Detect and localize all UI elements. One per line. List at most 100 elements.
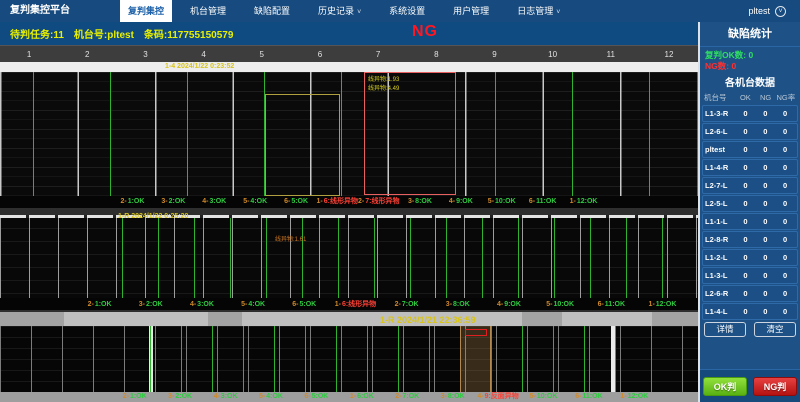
machine-name-cell: L1-4-R: [705, 163, 736, 172]
machine-table-body: L1-3-R000L2-6-L000pltest000L1-4-R000L2-7…: [700, 105, 800, 320]
column-divider-line: [662, 218, 663, 298]
cell-status-label: 2-1:OK: [112, 391, 157, 402]
status-bar: 待判任务:11 机台号:pltest 条码:117755150579 NG: [0, 22, 698, 45]
machine-table-row[interactable]: L1-3-L000: [702, 267, 798, 284]
cell-status-label: 2-7:OK: [381, 299, 432, 310]
column-divider-line: [266, 218, 267, 298]
cell-index-prefix: 4-: [202, 198, 208, 205]
cell-index-prefix: 6-: [304, 393, 310, 400]
strip3-header-band: [0, 312, 698, 326]
detail-button[interactable]: 详情: [704, 322, 746, 337]
nav-tab-label: 缺陷配置: [254, 6, 290, 16]
nav-tab-3[interactable]: 缺陷配置: [246, 0, 298, 22]
machine-name-cell: L2-7-L: [705, 181, 736, 190]
clear-button[interactable]: 清空: [754, 322, 796, 337]
strip3-timestamp: 1-R 2024/1/21 22:36:59: [380, 315, 476, 325]
user-dropdown-icon[interactable]: ˅: [775, 6, 786, 17]
nav-tab-2[interactable]: 机台管理: [182, 0, 234, 22]
machine-ng-cell: 0: [755, 199, 775, 208]
machine-ok-cell: 0: [736, 109, 756, 118]
ruler-number: 12: [640, 46, 698, 62]
machine-name-cell: L1-3-R: [705, 109, 736, 118]
strip2-el-image[interactable]: 线异物:1.61: [0, 215, 698, 298]
cell-status-text: 3:OK: [221, 393, 238, 400]
sidebar-title: 缺陷统计: [700, 22, 800, 47]
machine-table-row[interactable]: L2-6-R000: [702, 285, 798, 302]
nav-tab-6[interactable]: 用户管理: [445, 0, 497, 22]
cell-status-label: 6-5:OK: [279, 299, 330, 310]
cell-status-label: 4-9:OK: [440, 196, 481, 207]
nav-tab-label: 历史记录: [318, 6, 354, 16]
strip1-el-image[interactable]: 线异物:1.93 线异物:4.49: [0, 72, 698, 196]
ok-judge-button[interactable]: OK判: [703, 377, 747, 396]
cell-status-label: 3-2:OK: [125, 299, 176, 310]
cell-status-text: 8:OK: [415, 198, 432, 205]
el-image-strip-3[interactable]: 1-R 2024/1/21 22:36:59 2-1:OK3-2:OK4-3:O…: [0, 312, 698, 402]
machine-rate-cell: 0: [775, 199, 795, 208]
column-divider-line: [495, 72, 496, 196]
machine-name-cell: L2-5-L: [705, 199, 736, 208]
nav-tab-label: 系统设置: [389, 6, 425, 16]
ruler-number: 2: [58, 46, 116, 62]
cell-status-label: 1-6:OK: [339, 391, 384, 402]
cell-status-text: 11:OK: [605, 301, 625, 308]
strip3-el-image[interactable]: [0, 326, 698, 392]
machine-name-cell: L1-3-L: [705, 271, 736, 280]
machine-name-cell: L1-4-L: [705, 307, 736, 316]
el-image-strip-2[interactable]: 线异物:1.61 1-R 2024/1/22 0:25:20 2-1:OK3-2…: [0, 215, 698, 310]
machine-table-row[interactable]: L1-2-L000: [702, 249, 798, 266]
cell-status-label: 5-10:OK: [535, 299, 586, 310]
cell-index-prefix: 1-: [350, 393, 356, 400]
column-divider-line: [122, 218, 123, 298]
machine-name-cell: L1-1-L: [705, 217, 736, 226]
machine-table-row[interactable]: L2-6-L000: [702, 123, 798, 140]
machine-table-row[interactable]: L1-3-R000: [702, 105, 798, 122]
nav-tab-4[interactable]: 历史记录˅: [310, 0, 369, 22]
cell-index-prefix: 2-: [395, 393, 401, 400]
machine-table-row[interactable]: L2-7-L000: [702, 177, 798, 194]
app-title: 复判集控平台: [0, 0, 116, 22]
ng-judge-button[interactable]: NG判: [753, 377, 797, 396]
ruler-number: 5: [233, 46, 291, 62]
machine-ng-cell: 0: [755, 145, 775, 154]
machine-table-row[interactable]: L1-4-L000: [702, 303, 798, 320]
machine-table-row[interactable]: L2-5-L000: [702, 195, 798, 212]
machine-table-row[interactable]: L2-8-R000: [702, 231, 798, 248]
machine-rate-cell: 0: [775, 127, 795, 136]
ruler-number: 4: [175, 46, 233, 62]
column-divider-line: [187, 72, 188, 196]
strip2-status-labels: 2-1:OK3-2:OK4-3:OK5-4:OK6-5:OK1-6:线形异物2-…: [74, 299, 688, 310]
user-menu[interactable]: pltest ˅: [748, 0, 800, 22]
main-area: 待判任务:11 机台号:pltest 条码:117755150579 NG 12…: [0, 22, 698, 402]
cell-status-text: 4:OK: [266, 393, 283, 400]
cell-status-label: 5-4:OK: [235, 196, 276, 207]
cell-status-text: 2:OK: [169, 198, 186, 205]
machine-table-row[interactable]: pltest000: [702, 141, 798, 158]
machine-table-row[interactable]: L1-1-L000: [702, 213, 798, 230]
nav-tab-label: 复判集控: [128, 6, 164, 16]
column-divider-line: [615, 326, 616, 392]
nav-tab-1[interactable]: 复判集控: [120, 0, 172, 22]
el-image-strip-1[interactable]: 1-4 2024/1/22 0:23:52 线异物:1.93 线异物:4.49 …: [0, 62, 698, 208]
machine-ng-cell: 0: [755, 289, 775, 298]
cell-status-label: 3-8:OK: [432, 299, 483, 310]
cell-status-text: 12:OK: [628, 393, 649, 400]
cell-status-text: 3:OK: [210, 198, 227, 205]
machine-ng-cell: 0: [755, 181, 775, 190]
cell-status-label: 4-9:反面异物: [475, 391, 520, 402]
cell-status-text: 6:线形异物: [342, 301, 376, 308]
column-divider-line: [374, 218, 375, 298]
column-divider-line: [336, 326, 337, 392]
ruler-number: 9: [465, 46, 523, 62]
cell-status-text: 6:线形异物: [324, 198, 358, 205]
nav-tab-5[interactable]: 系统设置: [381, 0, 433, 22]
top-nav: 复判集控平台 复判集控机台管理缺陷配置历史记录˅系统设置用户管理日志管理˅ pl…: [0, 0, 800, 22]
column-divider-line: [367, 326, 368, 392]
cell-status-label: 5-4:OK: [248, 391, 293, 402]
cell-status-label: 6-11:OK: [566, 391, 611, 402]
nav-tab-7[interactable]: 日志管理˅: [509, 0, 568, 22]
cell-status-text: 9:反面异物: [485, 393, 519, 400]
machine-ng-cell: 0: [755, 307, 775, 316]
chevron-down-icon: ˅: [556, 9, 560, 16]
machine-table-row[interactable]: L1-4-R000: [702, 159, 798, 176]
